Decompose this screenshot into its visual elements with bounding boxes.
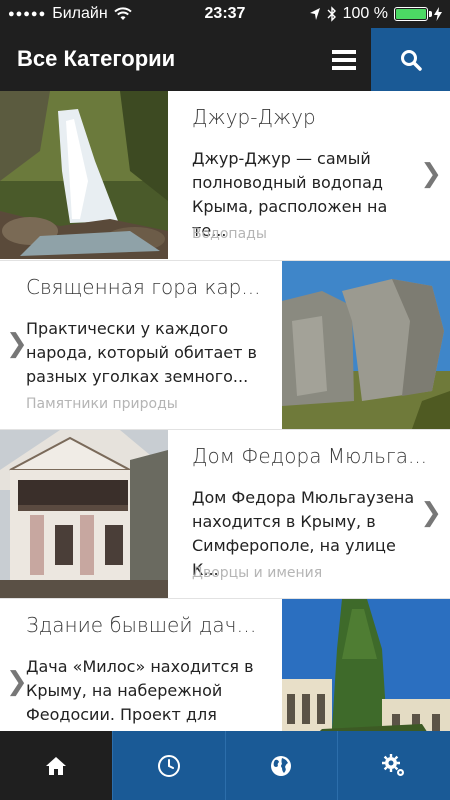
house-photo <box>0 430 168 598</box>
item-category: Дворцы и имения <box>192 565 323 581</box>
tab-map[interactable] <box>224 731 338 800</box>
list-item[interactable]: Священная гора кар... Практически у кажд… <box>0 260 450 429</box>
item-category: Памятники природы <box>26 396 178 412</box>
item-title: Джур-Джур <box>192 105 316 129</box>
villa-photo <box>282 599 450 731</box>
list-item[interactable]: Здание бывшей дачи... Дача «Милос» наход… <box>0 598 450 731</box>
tab-bar <box>0 731 450 800</box>
home-icon <box>45 756 66 775</box>
item-category: Водопады <box>192 226 267 242</box>
chevron-right-icon: ❯ <box>6 667 28 697</box>
clock-icon <box>157 754 180 777</box>
rock-photo <box>282 261 450 429</box>
item-description: Дача «Милос» находится в Крыму, на набер… <box>26 657 254 731</box>
bluetooth-icon <box>327 6 336 22</box>
chevron-right-icon: ❯ <box>420 159 442 189</box>
menu-icon <box>332 49 356 70</box>
chevron-right-icon: ❯ <box>420 498 442 528</box>
item-title: Здание бывшей дачи... <box>26 613 266 637</box>
location-arrow-icon <box>309 8 320 20</box>
settings-icon <box>382 753 405 776</box>
globe-icon <box>271 755 292 776</box>
page-title: Все Категории <box>17 46 176 71</box>
battery-percent: 100 % <box>342 5 388 22</box>
item-title: Священная гора кар... <box>26 275 261 299</box>
item-title: Дом Федора Мюльга... <box>192 444 428 468</box>
list-item[interactable]: Дом Федора Мюльга... Дом Федора Мюльгауз… <box>0 429 450 598</box>
tab-settings[interactable] <box>337 731 450 800</box>
chevron-right-icon: ❯ <box>6 329 28 359</box>
search-icon <box>400 49 422 71</box>
battery-icon <box>394 7 432 21</box>
battery-level <box>396 9 426 19</box>
list-item[interactable]: Джур-Джур Джур-Джур — самый полноводный … <box>0 91 450 259</box>
app-header: Все Категории <box>0 28 450 91</box>
search-button[interactable] <box>371 28 450 91</box>
status-bar: ●●●●● Билайн 23:37 100 % <box>0 0 450 28</box>
places-list: Джур-Джур Джур-Джур — самый полноводный … <box>0 91 450 731</box>
item-description: Практически у каждого народа, который об… <box>26 319 257 386</box>
menu-button[interactable] <box>316 28 372 91</box>
charging-bolt-icon <box>434 7 442 21</box>
tab-home[interactable] <box>0 731 112 800</box>
waterfall-photo <box>0 91 168 259</box>
tab-recent[interactable] <box>111 731 225 800</box>
